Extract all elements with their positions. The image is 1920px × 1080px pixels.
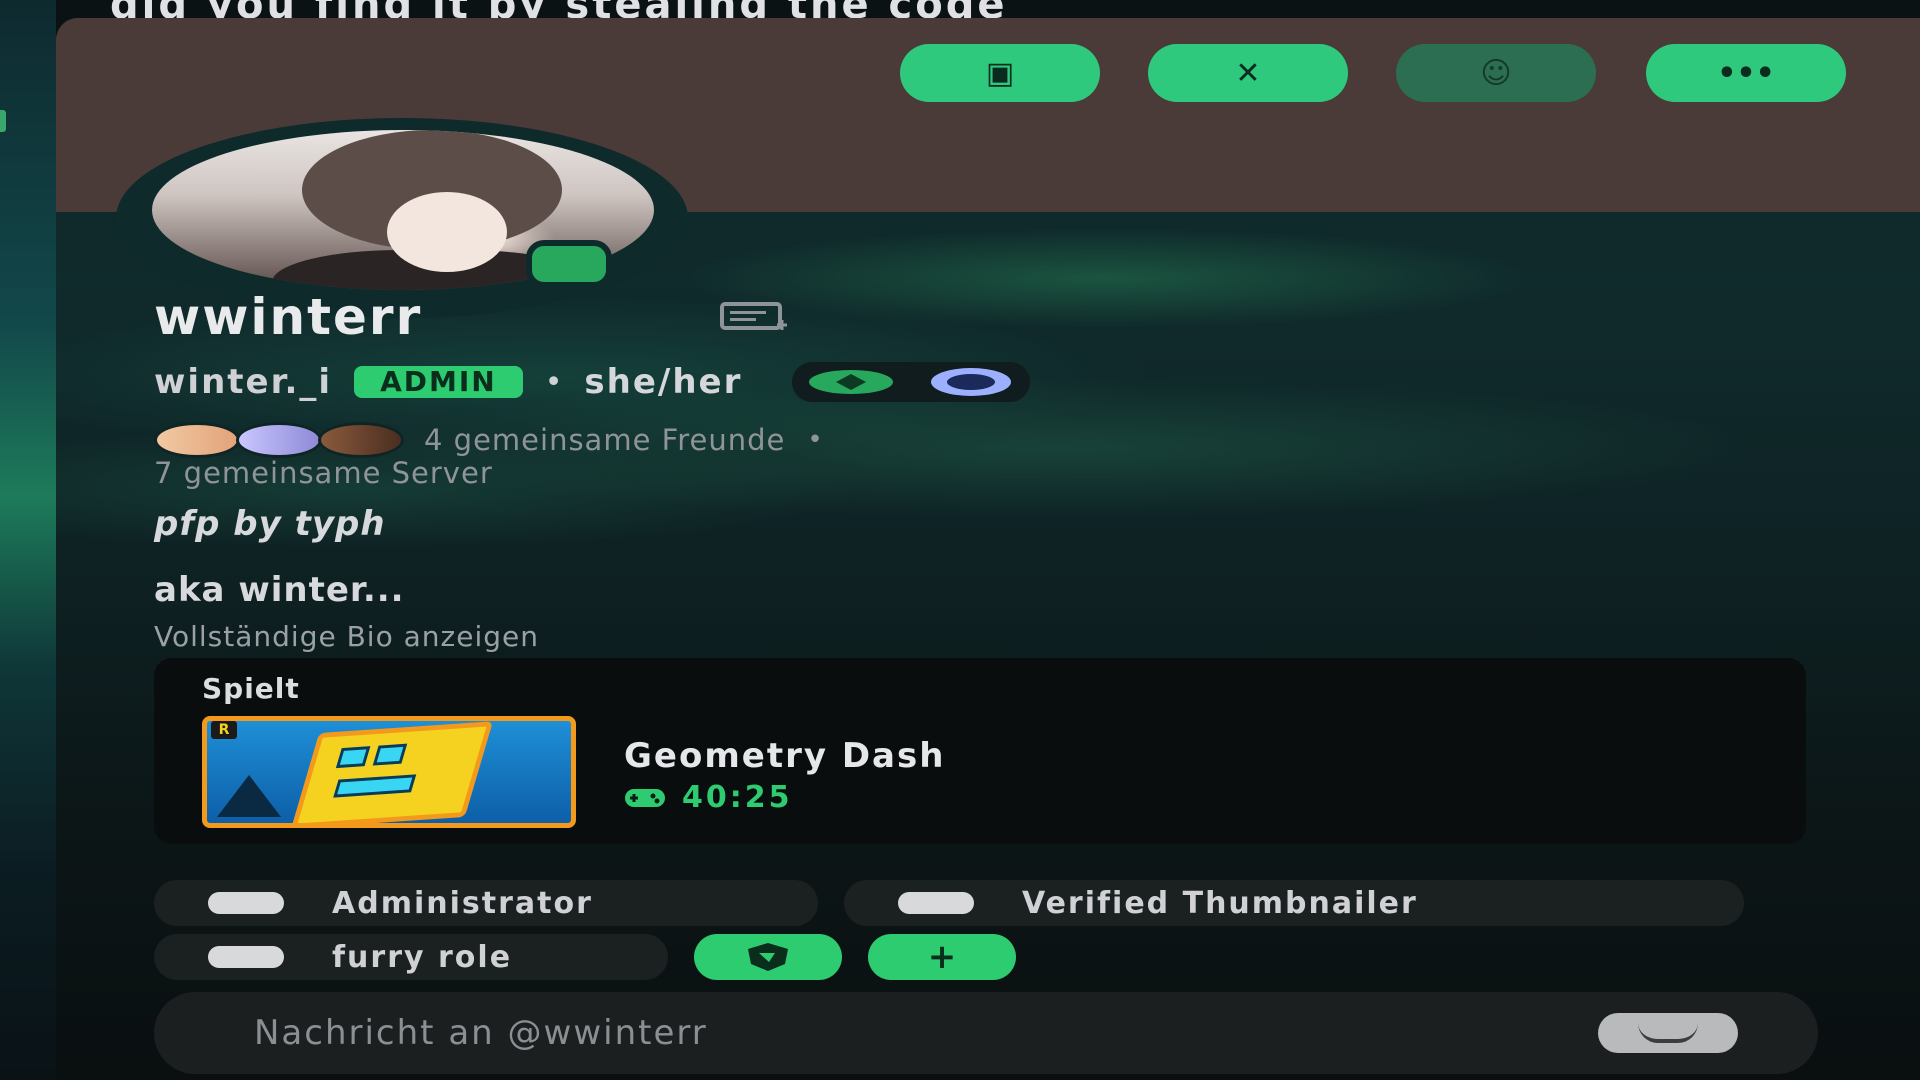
cube-mouth [333, 774, 417, 798]
role-label: Administrator [332, 885, 593, 921]
role-color-dot [208, 892, 284, 914]
server-boost-badge-icon[interactable] [926, 366, 1016, 398]
x-logo-icon: ✕ [1235, 55, 1261, 91]
mutual-friends-count[interactable]: 4 gemeinsame Freunde [424, 423, 785, 457]
show-full-bio-link[interactable]: Vollständige Bio anzeigen [154, 620, 539, 653]
gamepad-icon [625, 788, 665, 807]
unread-indicator [0, 110, 6, 132]
game-cover-image: R [202, 716, 576, 828]
game-title: Geometry Dash [624, 736, 946, 776]
clipboard-icon: ▣ [985, 55, 1015, 91]
activity-card[interactable]: Spielt R Geometry Dash 40:25 [154, 658, 1806, 844]
role-color-dot [208, 946, 284, 968]
rating-badge: R [211, 721, 237, 739]
identity-row: winter._i ADMIN • she/her [154, 362, 1031, 402]
admin-tag: ADMIN [354, 366, 523, 398]
role-pill[interactable]: furry role [154, 934, 668, 980]
cube-shape [290, 721, 494, 823]
server-sidebar-strip [0, 0, 56, 1080]
more-icon: ••• [1717, 55, 1775, 91]
role-pill[interactable]: Verified Thumbnailer [844, 880, 1744, 926]
message-input[interactable] [252, 1002, 1598, 1064]
mutual-friend-avatar [318, 422, 404, 458]
user-profile-popout: ▣ ✕ ☺ ••• wwinterr winter._i ADMIN • she… [56, 18, 1920, 1080]
game-elapsed: 40:25 [624, 780, 793, 815]
clipboard-button[interactable]: ▣ [900, 44, 1100, 102]
pronouns: she/her [584, 362, 743, 402]
separator: • [807, 425, 823, 455]
more-options-button[interactable]: ••• [1646, 44, 1846, 102]
shield-icon [748, 943, 788, 971]
activity-label: Spielt [202, 672, 300, 705]
profile-badges [792, 362, 1031, 402]
mutual-friend-avatar [236, 422, 322, 458]
role-pill[interactable]: Administrator [154, 880, 818, 926]
bio-line: aka winter... [154, 570, 405, 610]
role-label: Verified Thumbnailer [1022, 885, 1418, 921]
emoji-icon[interactable] [1598, 1013, 1738, 1053]
mutual-friend-avatar [154, 422, 240, 458]
add-role-button[interactable]: + [868, 934, 1016, 980]
display-name: wwinterr [154, 288, 423, 346]
plus-icon: + [927, 937, 957, 977]
mutual-servers-count[interactable]: 7 gemeinsame Server [154, 456, 493, 490]
add-note-icon[interactable] [716, 302, 796, 332]
cube-eye [372, 743, 408, 766]
message-composer [154, 992, 1818, 1074]
bio-line: pfp by typh [154, 504, 386, 544]
mutuals-row[interactable]: 4 gemeinsame Freunde • [154, 422, 823, 458]
username: winter._i [154, 362, 333, 402]
role-color-dot [898, 892, 974, 914]
spike-shape [217, 775, 281, 817]
nitro-badge-icon[interactable] [806, 368, 896, 396]
add-friend-button[interactable]: ☺ [1396, 44, 1596, 102]
online-status-indicator [526, 240, 612, 288]
x-link-button[interactable]: ✕ [1148, 44, 1348, 102]
cube-eye [335, 746, 371, 769]
separator: • [544, 364, 563, 400]
add-friend-icon: ☺ [1480, 55, 1512, 91]
role-label: furry role [332, 939, 513, 975]
elapsed-time: 40:25 [682, 780, 793, 815]
avatar-face [387, 192, 507, 272]
manage-roles-button[interactable] [694, 934, 842, 980]
